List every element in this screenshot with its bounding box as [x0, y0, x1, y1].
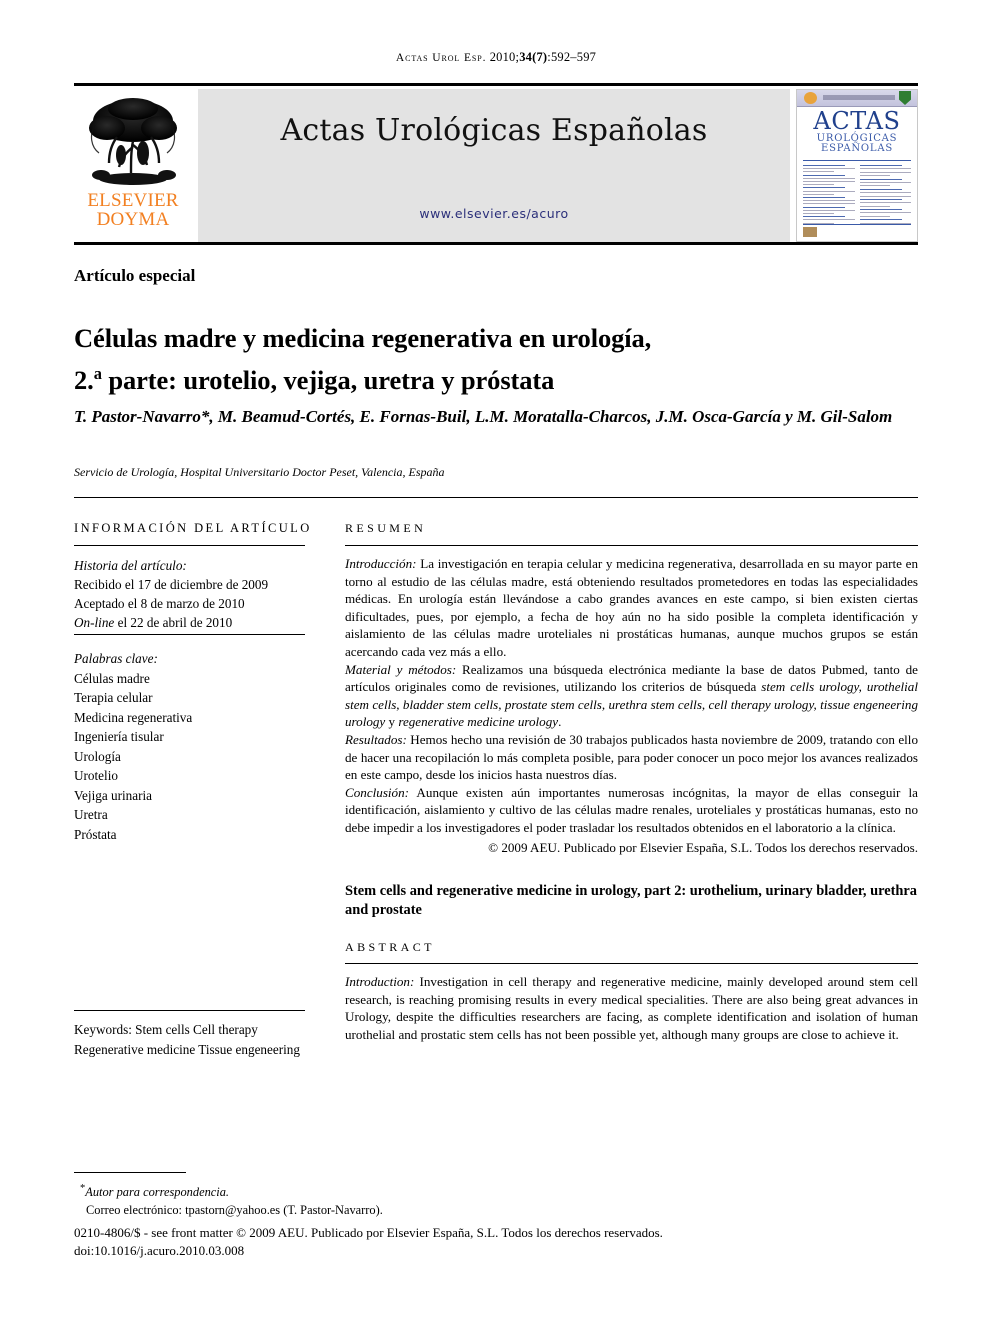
keywords-es-block: Palabras clave: Células madre Terapia ce…	[74, 649, 305, 844]
running-head-year: 2010;	[489, 50, 520, 64]
article-info-heading: INFORMACIÓN DEL ARTÍCULO	[74, 521, 312, 535]
abstract-es-introduction-text: La investigación en terapia celular y me…	[345, 556, 918, 659]
abstract-es-conclusion-text: Aunque existen aún importantes numerosas…	[345, 784, 918, 835]
abstract-es-body: Introducción: La investigación en terapi…	[345, 555, 918, 856]
footnote-divider	[74, 1172, 186, 1173]
article-history-online-rest: el 22 de abril de 2010	[114, 615, 233, 630]
article-section-type: Artículo especial	[74, 266, 196, 285]
journal-cover-thumbnail[interactable]: ACTAS UROLÓGICAS ESPAÑOLAS	[796, 89, 918, 242]
article-info-column: INFORMACIÓN DEL ARTÍCULO Historia del ar…	[74, 521, 312, 1059]
elsevier-tree-icon	[81, 95, 185, 189]
elsevier-wordmark: ELSEVIER DOYMA	[87, 191, 178, 229]
journal-title-band: Actas Urológicas Españolas www.elsevier.…	[198, 89, 790, 242]
keywords-en-block: Keywords: Stem cells Cell therapy Regene…	[74, 1020, 305, 1059]
keywords-en-label: Keywords:	[74, 1022, 132, 1037]
doi-line[interactable]: doi:10.1016/j.acuro.2010.03.008	[74, 1242, 918, 1260]
elsevier-wordmark-line1: ELSEVIER	[87, 190, 179, 211]
running-head-volume: 34(7)	[519, 50, 548, 64]
cover-title: ACTAS	[813, 107, 901, 135]
article-history-online-italic: On-line	[74, 615, 115, 630]
corresponding-author-text: Autor para correspondencia.	[85, 1185, 230, 1200]
journal-article-page: Actas Urol Esp. 2010;34(7):592–597 ELSEV…	[0, 0, 992, 1323]
article-info-divider	[74, 545, 305, 546]
abstract-es-results: Resultados: Hemos hecho una revisión de …	[345, 731, 918, 784]
journal-title: Actas Urológicas Españolas	[280, 113, 708, 148]
abstract-es-results-text: Hemos hecho una revisión de 30 trabajos …	[345, 731, 918, 783]
keyword-es-item: Próstata	[74, 826, 117, 842]
abstract-en-heading: ABSTRACT	[345, 940, 435, 955]
abstract-es-search-terms-2: regenerative medicine urology	[398, 714, 559, 730]
article-title-line2-rest: parte: urotelio, vejiga, uretra y prósta…	[101, 364, 555, 395]
keyword-es-item: Uretra	[74, 807, 108, 822]
running-head-pages: :592–597	[547, 50, 597, 64]
article-history-block: Historia del artículo: Recibido el 17 de…	[74, 556, 305, 635]
corresponding-author-note: *Autor para correspondencia.	[80, 1180, 680, 1202]
keywords-en-divider	[74, 1010, 305, 1011]
article-title-line1: Células madre y medicina regenerativa en…	[74, 322, 652, 353]
article-history-received: Recibido el 17 de diciembre de 2009	[74, 577, 269, 592]
keyword-es-item: Ingeniería tisular	[74, 729, 164, 744]
author-affiliation: Servicio de Urología, Hospital Universit…	[74, 465, 445, 479]
keywords-es-label: Palabras clave:	[74, 651, 158, 666]
footnote-block: *Autor para correspondencia. Correo elec…	[80, 1180, 680, 1219]
page-title: Células madre y medicina regenerativa en…	[74, 321, 774, 398]
elsevier-wordmark-line2: DOYMA	[96, 209, 170, 230]
abstract-en-introduction: Introduction: Investigation in cell ther…	[345, 973, 918, 1043]
abstract-en-title: Stem cells and regenerative medicine in …	[345, 883, 918, 919]
article-history-online: On-line el 22 de abril de 2010	[74, 613, 305, 635]
abstract-es-conclusion: Conclusión: Aunque existen aún important…	[345, 784, 918, 837]
cover-footer	[803, 224, 911, 237]
keyword-en-item: Tissue engeneering	[198, 1041, 300, 1057]
abstract-es-methods: Material y métodos: Realizamos una búsqu…	[345, 661, 918, 731]
article-title-ordinal-sup: a	[93, 363, 102, 383]
abstract-es-methods-label: Material y métodos:	[345, 661, 457, 677]
elsevier-publisher-logo: ELSEVIER DOYMA	[74, 89, 192, 242]
cover-divider	[803, 160, 911, 161]
abstract-es-methods-text-2: y	[385, 714, 399, 730]
corresponding-author-email[interactable]: Correo electrónico: tpastorn@yahoo.es (T…	[80, 1202, 680, 1220]
abstract-es-introduction: Introducción: La investigación en terapi…	[345, 555, 918, 661]
running-head: Actas Urol Esp. 2010;34(7):592–597	[74, 50, 918, 65]
keyword-en-item: Stem cells	[135, 1022, 190, 1037]
abstract-en-heading-wrap: ABSTRACT	[345, 940, 918, 965]
abstract-es-methods-text-3: .	[558, 714, 562, 730]
abstract-en-divider	[345, 963, 918, 965]
abstract-es-heading: RESUMEN	[345, 521, 427, 535]
cover-footer-thumb-icon	[803, 227, 817, 237]
abstract-es-copyright: © 2009 AEU. Publicado por Elsevier Españ…	[488, 839, 918, 855]
running-head-journal: Actas Urol Esp.	[395, 52, 487, 64]
keyword-es-item: Urología	[74, 748, 121, 764]
abstract-en-body: Introduction: Investigation in cell ther…	[345, 973, 918, 1043]
abstract-es-results-label: Resultados:	[345, 731, 407, 747]
abstract-es-conclusion-label: Conclusión:	[345, 784, 410, 800]
abstract-es-introduction-label: Introducción:	[345, 556, 417, 571]
journal-url-link[interactable]: www.elsevier.es/acuro	[198, 206, 790, 221]
cover-society-emblem-icon	[804, 92, 817, 104]
keyword-en-item: Regenerative medicine	[74, 1041, 196, 1057]
keyword-es-item: Vejiga urinaria	[74, 787, 152, 803]
front-matter-copyright: 0210-4806/$ - see front matter © 2009 AE…	[74, 1225, 663, 1240]
keyword-es-item: Urotelio	[74, 768, 118, 783]
abstract-column: RESUMEN Introducción: La investigación e…	[345, 521, 918, 1043]
article-title-line2-prefix: 2.	[74, 364, 94, 395]
keyword-en-item: Cell therapy	[193, 1022, 258, 1037]
article-history-accepted: Aceptado el 8 de marzo de 2010	[74, 596, 245, 611]
front-matter-block: 0210-4806/$ - see front matter © 2009 AE…	[74, 1224, 918, 1259]
article-history-label: Historia del artículo:	[74, 558, 187, 573]
cover-subtitle: UROLÓGICAS ESPAÑOLAS	[797, 134, 917, 154]
header-divider	[74, 497, 918, 498]
abstract-en-introduction-label: Introduction:	[345, 974, 415, 990]
author-list: T. Pastor-Navarro*, M. Beamud-Cortés, E.…	[74, 407, 893, 426]
cover-subtitle-line2: ESPAÑOLAS	[820, 143, 894, 154]
journal-masthead: ELSEVIER DOYMA Actas Urológicas Española…	[74, 83, 918, 245]
keyword-es-item: Terapia celular	[74, 690, 153, 705]
abstract-en-introduction-text: Investigation in cell therapy and regene…	[345, 974, 918, 1042]
cover-contents-list	[803, 165, 911, 224]
cover-header-text	[823, 95, 895, 100]
keyword-es-item: Células madre	[74, 670, 150, 686]
abstract-es-divider	[345, 545, 918, 546]
keyword-es-item: Medicina regenerativa	[74, 709, 193, 725]
